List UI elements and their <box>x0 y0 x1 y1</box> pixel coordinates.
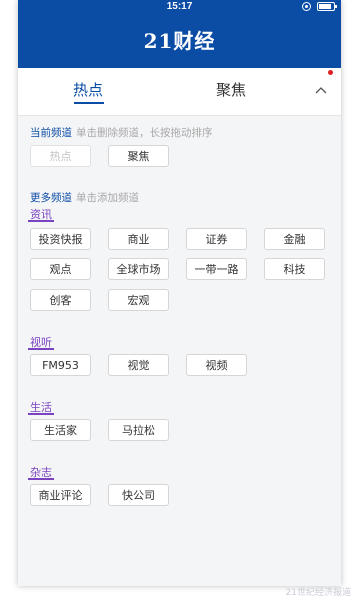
channel-chip[interactable]: 证券 <box>186 228 247 250</box>
battery-icon <box>317 2 337 11</box>
channel-chip[interactable]: 全球市场 <box>108 258 169 280</box>
category-life: 生活 <box>28 399 54 415</box>
current-channel-focus[interactable]: 聚焦 <box>108 145 169 167</box>
channel-chip[interactable]: 商业 <box>108 228 169 250</box>
status-bar: 15:17 <box>18 0 341 14</box>
channel-chip[interactable]: 科技 <box>264 258 325 280</box>
category-news: 资讯 <box>28 206 54 222</box>
channel-chip[interactable]: 视觉 <box>108 354 169 376</box>
current-channels-header: 当前频道 单击删除频道，长按拖动排序 <box>30 125 213 140</box>
channel-chip[interactable]: 观点 <box>30 258 91 280</box>
channel-chip[interactable]: 宏观 <box>108 289 169 311</box>
status-icons <box>302 2 337 11</box>
watermark: 21世纪经济报道 <box>285 588 351 598</box>
rotation-lock-icon <box>302 2 311 11</box>
tab-focus[interactable]: 聚焦 <box>216 79 246 100</box>
active-tab-indicator <box>74 102 104 104</box>
category-underline <box>28 413 54 415</box>
channel-chip[interactable]: FM953 <box>30 354 91 376</box>
app-header: 21财经 <box>18 14 341 68</box>
more-channels-hint: 单击添加频道 <box>76 192 139 204</box>
channel-chip[interactable]: 金融 <box>264 228 325 250</box>
app-title: 21财经 <box>143 28 216 53</box>
channel-chip[interactable]: 快公司 <box>108 484 169 506</box>
channel-tabs: 热点 聚焦 <box>18 68 341 116</box>
collapse-button[interactable] <box>313 82 329 98</box>
current-channels-label: 当前频道 <box>30 127 72 139</box>
channel-chip[interactable]: 商业评论 <box>30 484 91 506</box>
category-underline <box>28 220 54 222</box>
notification-dot <box>328 70 333 75</box>
channel-chip[interactable]: 一带一路 <box>186 258 247 280</box>
channel-chip[interactable]: 视频 <box>186 354 247 376</box>
more-channels-label: 更多频道 <box>30 192 72 204</box>
category-underline <box>28 478 54 480</box>
category-audiovisual: 视听 <box>28 334 54 350</box>
channel-chip[interactable]: 创客 <box>30 289 91 311</box>
category-magazine: 杂志 <box>28 464 54 480</box>
channel-chip[interactable]: 生活家 <box>30 419 91 441</box>
phone-screen: 15:17 21财经 热点 聚焦 当前频道 单击删除频道，长按拖动排序 热点 聚焦… <box>18 0 341 586</box>
current-channels-hint: 单击删除频道，长按拖动排序 <box>76 127 213 139</box>
more-channels-header: 更多频道 单击添加频道 <box>30 190 139 205</box>
tab-hot[interactable]: 热点 <box>73 79 103 100</box>
current-channel-hot: 热点 <box>30 145 91 167</box>
chevron-up-icon <box>315 87 327 94</box>
status-time: 15:17 <box>166 1 193 12</box>
channel-chip[interactable]: 投资快报 <box>30 228 91 250</box>
channel-chip[interactable]: 马拉松 <box>108 419 169 441</box>
category-underline <box>28 348 54 350</box>
